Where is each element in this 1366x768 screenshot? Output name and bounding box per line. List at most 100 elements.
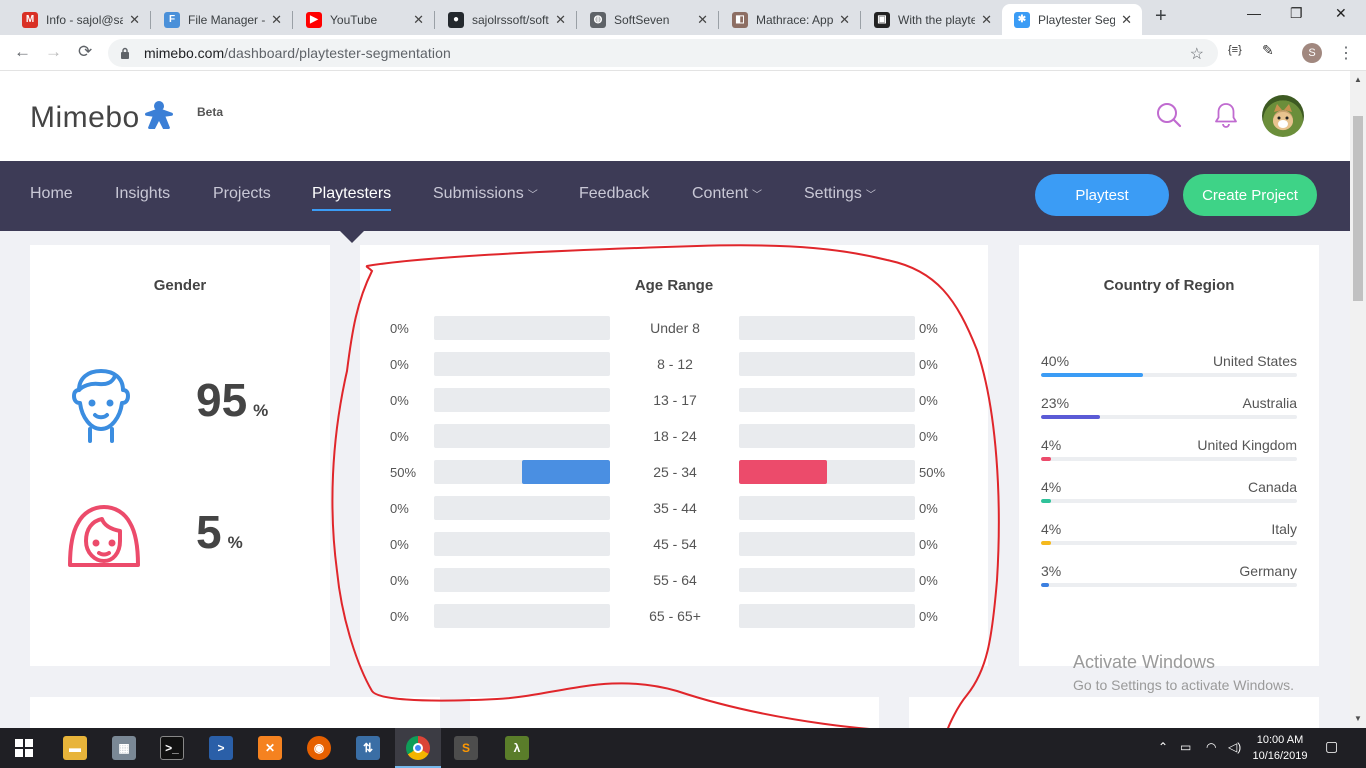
browser-tab[interactable]: M Info - sajol@sa ✕ [10,4,150,35]
profile-avatar[interactable]: S [1302,43,1322,63]
nav-item-projects[interactable]: Projects [213,185,271,203]
url-path: /dashboard/playtester-segmentation [224,45,451,61]
close-tab-icon[interactable]: ✕ [1121,12,1132,28]
close-tab-icon[interactable]: ✕ [271,12,282,28]
scrollbar-thumb[interactable] [1353,116,1363,301]
scroll-up-icon[interactable]: ▲ [1354,75,1362,84]
maximize-button[interactable]: ❐ [1290,5,1303,22]
country-row: 4% Canada [1041,479,1297,515]
close-window-button[interactable]: ✕ [1335,5,1347,22]
nav-item-settings[interactable]: Settings ﹀ [804,185,876,203]
bell-icon[interactable] [1212,101,1240,134]
network-tool-icon[interactable]: ⇅ [356,736,380,760]
nav-item-content[interactable]: Content ﹀ [692,185,762,203]
close-tab-icon[interactable]: ✕ [697,12,708,28]
age-label: 65 - 65+ [649,608,701,624]
browser-menu-icon[interactable]: ⋮ [1338,43,1354,63]
nav-item-feedback[interactable]: Feedback [579,185,649,203]
brand-logo[interactable]: Mimebo [30,101,176,135]
site-header: Mimebo Beta [0,71,1350,161]
right-percent: 0% [919,357,938,372]
volume-icon[interactable]: ◁) [1228,740,1241,754]
right-bar-track [739,460,915,484]
watermark-line2: Go to Settings to activate Windows. [1073,677,1294,693]
new-tab-button[interactable]: + [1155,5,1167,28]
age-row: 0% Under 8 0% [360,316,988,340]
country-bar-fill [1041,373,1144,377]
firefox-icon[interactable]: ◉ [307,736,331,760]
country-bar-fill [1041,415,1100,419]
male-percent: 95% [196,373,268,427]
taskbar-clock[interactable]: 10:00 AM 10/16/2019 [1248,732,1312,764]
pen-extension-icon[interactable]: ✎ [1262,42,1274,59]
gmail-icon: M [22,11,38,28]
left-percent: 0% [390,393,409,408]
nav-item-home[interactable]: Home [30,185,73,203]
url-input[interactable]: mimebo.com/dashboard/playtester-segmenta… [108,39,1218,67]
left-percent: 0% [390,537,409,552]
nav-item-insights[interactable]: Insights [115,185,170,203]
right-bar-track [739,496,915,520]
github-icon: ● [448,11,464,28]
powershell-icon[interactable]: > [209,736,233,760]
page-scrollbar[interactable]: ▲ ▼ [1350,71,1366,728]
command-prompt-icon[interactable]: >_ [160,736,184,760]
wifi-icon[interactable]: ◠ [1206,740,1216,754]
left-percent: 0% [390,429,409,444]
left-bar-track [434,532,610,556]
browser-tab[interactable]: ◧ Mathrace: App ✕ [720,4,860,35]
nav-item-label: Feedback [579,185,650,202]
nav-item-label: Content [692,185,749,202]
left-bar-track [434,496,610,520]
female-unit: % [227,533,243,552]
right-bar-track [739,316,915,340]
scroll-down-icon[interactable]: ▼ [1354,714,1362,723]
user-avatar[interactable] [1262,95,1304,137]
close-tab-icon[interactable]: ✕ [839,12,850,28]
country-row: 3% Germany [1041,563,1297,599]
chevron-down-icon: ﹀ [752,190,763,201]
browser-tab[interactable]: ▶ YouTube ✕ [294,4,434,35]
close-tab-icon[interactable]: ✕ [555,12,566,28]
back-icon[interactable]: ← [14,42,31,62]
browser-tab[interactable]: F File Manager - ✕ [152,4,292,35]
app-launcher-icon[interactable]: λ [505,736,529,760]
left-bar-track [434,316,610,340]
country-percent: 4% [1041,521,1062,537]
file-explorer-icon[interactable]: ▬ [63,736,87,760]
right-percent: 0% [919,573,938,588]
sublime-text-icon[interactable]: S [454,736,478,760]
country-name: United States [1212,353,1297,369]
close-tab-icon[interactable]: ✕ [413,12,424,28]
battery-icon[interactable]: ▭ [1180,740,1191,754]
nav-item-label: Projects [213,185,271,202]
search-icon[interactable] [1155,101,1183,134]
browser-tab[interactable]: ◍ SoftSeven ✕ [578,4,718,35]
close-tab-icon[interactable]: ✕ [981,12,992,28]
right-percent: 0% [919,393,938,408]
browser-tab[interactable]: ✱ Playtester Seg ✕ [1002,4,1142,35]
notification-icon[interactable]: ▢ [1325,738,1338,755]
create-project-button[interactable]: Create Project [1183,174,1317,216]
reload-icon[interactable]: ⟳ [78,42,92,62]
minimize-button[interactable]: — [1247,5,1261,21]
json-extension-icon[interactable]: {≡} [1228,44,1242,56]
globe-icon: ◍ [590,11,606,28]
control-panel-icon[interactable]: ▦ [112,736,136,760]
browser-tab[interactable]: ● sajolrssoft/soft ✕ [436,4,576,35]
right-percent: 0% [919,501,938,516]
windows-start-icon[interactable] [12,736,36,760]
nav-item-submissions[interactable]: Submissions ﹀ [433,185,538,203]
country-name: Australia [1242,395,1297,411]
xampp-icon[interactable]: ✕ [258,736,282,760]
browser-tab[interactable]: ▣ With the playte ✕ [862,4,1002,35]
lock-icon [120,47,132,59]
right-percent: 0% [919,429,938,444]
forward-icon[interactable]: → [45,42,62,62]
bookmark-star-icon[interactable]: ☆ [1190,44,1204,64]
nav-item-playtesters[interactable]: Playtesters [312,185,392,211]
tray-chevron-icon[interactable]: ⌃ [1158,740,1168,754]
chrome-icon[interactable] [406,736,430,760]
close-tab-icon[interactable]: ✕ [129,12,140,28]
playtest-button[interactable]: Playtest [1035,174,1169,216]
